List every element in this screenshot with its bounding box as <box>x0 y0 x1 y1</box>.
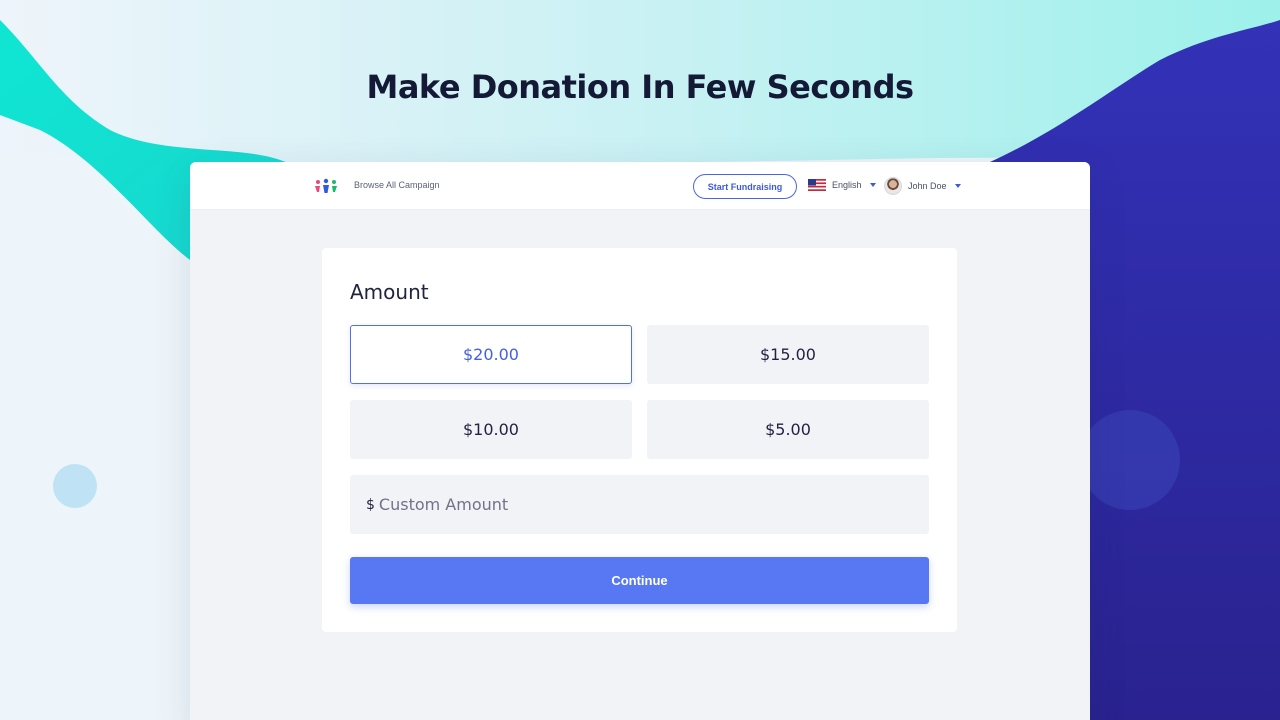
navbar: Browse All Campaign Start Fundraising En… <box>190 162 1090 210</box>
currency-symbol: $ <box>366 496 375 513</box>
page-headline: Make Donation In Few Seconds <box>366 68 914 106</box>
donation-card: Amount $20.00 $15.00 $10.00 $5.00 $ Cont… <box>322 248 957 632</box>
amount-option-15[interactable]: $15.00 <box>647 325 929 384</box>
language-label: English <box>832 180 862 190</box>
avatar <box>884 177 902 195</box>
amount-heading: Amount <box>350 280 429 304</box>
chevron-down-icon <box>954 184 961 188</box>
us-flag-icon <box>808 179 826 191</box>
user-menu[interactable]: John Doe <box>884 177 961 195</box>
amount-option-10[interactable]: $10.00 <box>350 400 632 459</box>
app-window: Browse All Campaign Start Fundraising En… <box>190 162 1090 720</box>
browse-campaigns-link[interactable]: Browse All Campaign <box>354 180 440 190</box>
custom-amount-input[interactable] <box>378 495 879 514</box>
start-fundraising-button[interactable]: Start Fundraising <box>693 174 797 199</box>
language-selector[interactable]: English <box>808 179 876 191</box>
user-name: John Doe <box>908 181 947 191</box>
donation-people-icon[interactable] <box>314 178 338 194</box>
continue-button[interactable]: Continue <box>350 557 929 604</box>
amount-option-20[interactable]: $20.00 <box>350 325 632 384</box>
chevron-down-icon <box>869 183 876 187</box>
amount-option-5[interactable]: $5.00 <box>647 400 929 459</box>
custom-amount-field[interactable]: $ <box>350 475 929 534</box>
